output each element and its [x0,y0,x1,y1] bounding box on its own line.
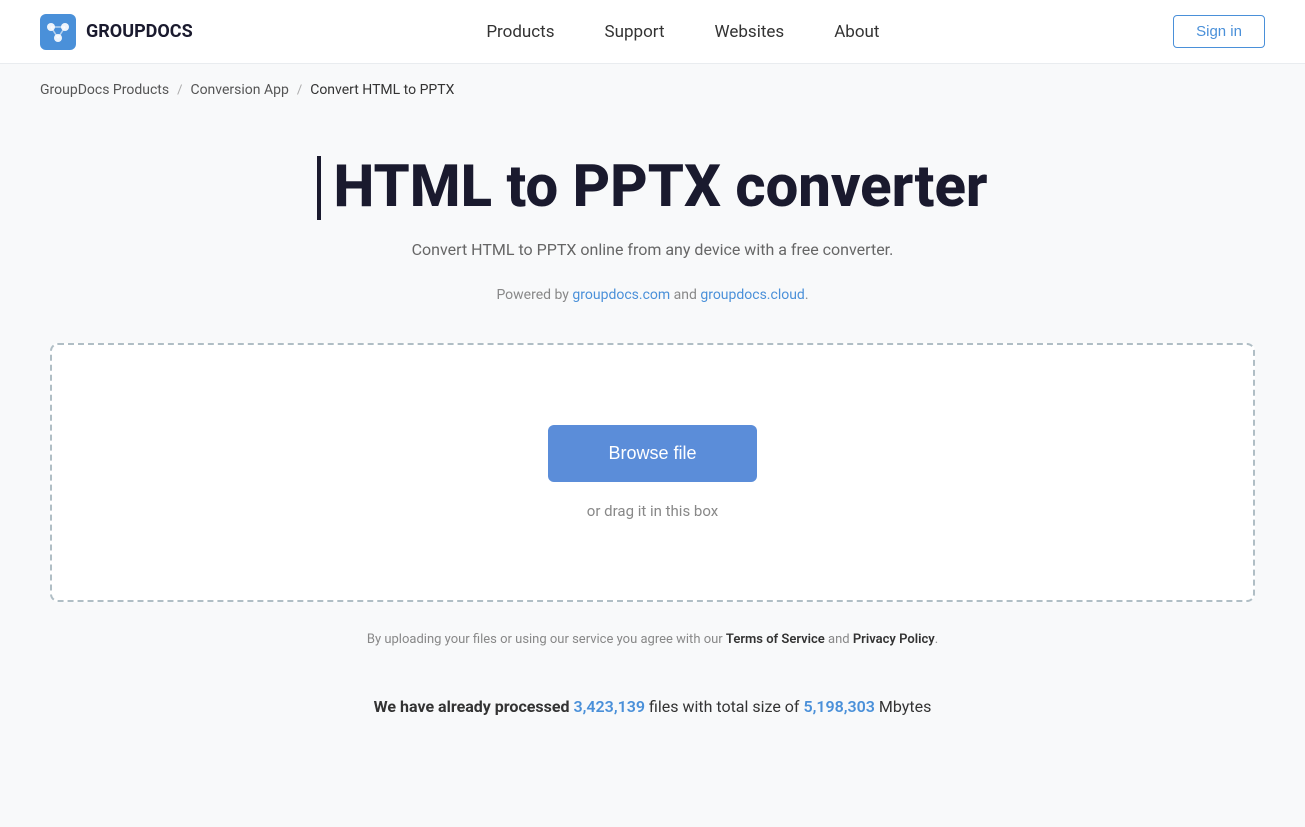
header: GROUPDOCS Products Support Websites Abou… [0,0,1305,64]
powered-by-and: and [670,287,700,303]
breadcrumb-conversion-app[interactable]: Conversion App [190,82,288,98]
stats-bar: We have already processed 3,423,139 file… [374,697,932,716]
terms-of-service-link[interactable]: Terms of Service [726,632,825,647]
upload-box[interactable]: Browse file or drag it in this box [50,343,1255,602]
nav-support[interactable]: Support [605,22,665,42]
size-count: 5,198,303 [803,697,875,716]
nav-products[interactable]: Products [486,22,554,42]
browse-file-button[interactable]: Browse file [548,425,756,482]
nav-about[interactable]: About [834,22,879,42]
breadcrumb-separator-2: / [297,83,302,98]
stats-suffix: Mbytes [875,697,931,716]
groupdocs-com-link[interactable]: groupdocs.com [572,287,670,303]
tos-suffix: . [935,632,938,647]
main-nav: Products Support Websites About [486,22,879,42]
drag-drop-label: or drag it in this box [587,502,718,520]
page-title: HTML to PPTX converter [317,156,987,220]
files-count: 3,423,139 [574,697,646,716]
powered-by-suffix: . [805,287,809,303]
breadcrumb-groupdocs-products[interactable]: GroupDocs Products [40,82,169,98]
tos-middle: and [825,632,853,647]
nav-websites[interactable]: Websites [715,22,785,42]
stats-prefix: We have already processed [374,697,574,716]
breadcrumb-separator-1: / [177,83,182,98]
powered-by: Powered by groupdocs.com and groupdocs.c… [496,287,808,303]
logo[interactable]: GROUPDOCS [40,14,193,50]
subtitle: Convert HTML to PPTX online from any dev… [412,240,894,259]
privacy-policy-link[interactable]: Privacy Policy [853,632,935,647]
breadcrumb-current: Convert HTML to PPTX [310,82,454,98]
groupdocs-logo-icon [40,14,76,50]
main-content: HTML to PPTX converter Convert HTML to P… [0,116,1305,776]
tos-prefix: By uploading your files or using our ser… [367,632,726,647]
tos-notice: By uploading your files or using our ser… [367,632,938,647]
powered-by-prefix: Powered by [496,287,572,303]
sign-in-button[interactable]: Sign in [1173,15,1265,48]
stats-middle: files with total size of [645,697,803,716]
logo-text: GROUPDOCS [86,21,193,42]
groupdocs-cloud-link[interactable]: groupdocs.cloud [700,287,805,303]
breadcrumb: GroupDocs Products / Conversion App / Co… [0,64,1305,116]
